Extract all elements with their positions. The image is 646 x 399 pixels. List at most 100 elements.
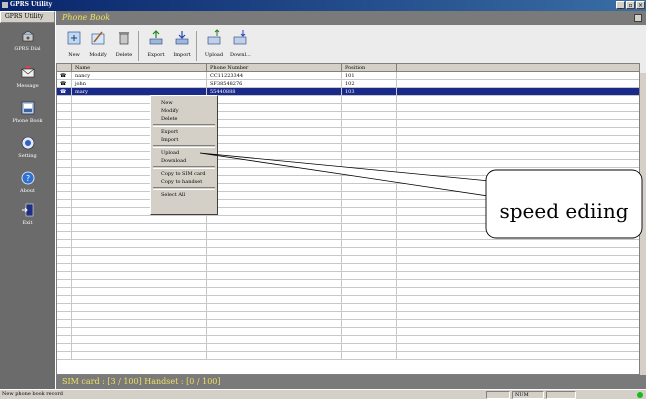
empty-cell: [57, 352, 72, 359]
empty-cell: [397, 240, 639, 247]
new-button[interactable]: New: [64, 29, 84, 58]
empty-cell: [207, 216, 342, 223]
sidebar-item-phone-book[interactable]: Phone Book: [0, 101, 55, 124]
empty-cell: [72, 312, 207, 319]
empty-cell: [342, 256, 397, 263]
pin-icon[interactable]: [634, 14, 642, 22]
empty-cell: [72, 248, 207, 255]
modify-button[interactable]: Modify: [88, 29, 108, 58]
close-button[interactable]: ×: [636, 1, 645, 9]
empty-table-row: [57, 128, 639, 136]
empty-cell: [57, 184, 72, 191]
sidebar-item-label: GPRS Dial: [14, 46, 41, 52]
empty-cell: [207, 112, 342, 119]
sidebar-item-about[interactable]: ? About: [0, 171, 55, 194]
sidebar-item-exit[interactable]: Exit: [0, 203, 55, 226]
empty-cell: [72, 352, 207, 359]
exit-icon: [21, 203, 33, 217]
empty-table-row: [57, 152, 639, 160]
gear-icon: [21, 136, 34, 150]
sidebar-item-setting[interactable]: Setting: [0, 136, 55, 159]
maximize-button[interactable]: ▫: [626, 1, 635, 9]
table-row-selected[interactable]: ☎ mary 55440888 103: [57, 88, 639, 96]
import-button[interactable]: Import: [172, 29, 192, 58]
menu-item-delete[interactable]: Delete: [151, 115, 217, 123]
panel-header: Phone Book: [56, 11, 646, 25]
empty-table-row: [57, 312, 639, 320]
menu-item-select-all[interactable]: Select All: [151, 191, 217, 199]
empty-cell: [397, 168, 639, 175]
menu-item-copy-to-sim[interactable]: Copy to SIM card: [151, 170, 217, 178]
empty-cell: [397, 304, 639, 311]
contact-icon: ☎: [57, 88, 72, 95]
empty-cell: [207, 96, 342, 103]
empty-cell: [72, 320, 207, 327]
empty-cell: [207, 240, 342, 247]
trash-icon: [119, 32, 129, 45]
cell-phone: 55440888: [207, 88, 342, 95]
empty-cell: [397, 296, 639, 303]
sidebar-item-gprs-dial[interactable]: GPRS Dial: [0, 29, 55, 52]
empty-cell: [397, 272, 639, 279]
phone-icon: [22, 31, 33, 42]
empty-cell: [342, 272, 397, 279]
minimize-button[interactable]: _: [616, 1, 625, 9]
empty-cell: [342, 240, 397, 247]
empty-cell: [342, 352, 397, 359]
cell-position: 102: [342, 80, 397, 87]
empty-cell: [397, 248, 639, 255]
export-button-label: Export: [147, 52, 165, 58]
empty-table-row: [57, 160, 639, 168]
menu-item-import[interactable]: Import: [151, 136, 217, 144]
empty-cell: [57, 224, 72, 231]
import-icon: [175, 31, 189, 45]
empty-cell: [57, 216, 72, 223]
empty-cell: [57, 256, 72, 263]
empty-cell: [342, 328, 397, 335]
menu-item-copy-to-handset[interactable]: Copy to handset: [151, 178, 217, 186]
empty-cell: [57, 312, 72, 319]
upload-button[interactable]: Upload: [204, 29, 224, 58]
empty-cell: [57, 240, 72, 247]
cell-filler: [397, 88, 639, 95]
menu-separator: [153, 124, 215, 127]
empty-cell: [72, 304, 207, 311]
menu-item-upload[interactable]: Upload: [151, 149, 217, 157]
help-icon: ?: [21, 171, 34, 185]
empty-cell: [342, 160, 397, 167]
empty-cell: [397, 160, 639, 167]
column-header-position[interactable]: Position: [342, 64, 397, 72]
empty-cell: [72, 264, 207, 271]
empty-cell: [207, 176, 342, 183]
empty-cell: [342, 184, 397, 191]
menu-item-modify[interactable]: Modify: [151, 107, 217, 115]
column-header-icon[interactable]: [57, 64, 72, 72]
empty-table-row: [57, 328, 639, 336]
empty-cell: [207, 104, 342, 111]
window-title: GPRS Utility: [10, 1, 53, 8]
export-button[interactable]: Export: [146, 29, 166, 58]
upload-button-label: Upload: [204, 52, 224, 58]
delete-button[interactable]: Delete: [114, 29, 134, 58]
download-button[interactable]: Downl...: [230, 29, 251, 58]
menu-item-new[interactable]: New: [151, 99, 217, 107]
empty-cell: [207, 352, 342, 359]
empty-cell: [342, 280, 397, 287]
empty-cell: [397, 280, 639, 287]
menu-item-download[interactable]: Download: [151, 157, 217, 165]
empty-cell: [342, 120, 397, 127]
empty-table-row: [57, 264, 639, 272]
empty-cell: [397, 328, 639, 335]
empty-cell: [57, 344, 72, 351]
sidebar-item-message[interactable]: Message: [0, 66, 55, 89]
table-row[interactable]: ☎ john SF38548276 102: [57, 80, 639, 88]
table-row[interactable]: ☎ nancy CC11223344 101: [57, 72, 639, 80]
empty-cell: [397, 112, 639, 119]
menu-item-export[interactable]: Export: [151, 128, 217, 136]
empty-cell: [397, 336, 639, 343]
column-header-name[interactable]: Name: [72, 64, 207, 72]
column-header-phone[interactable]: Phone Number: [207, 64, 342, 72]
empty-cell: [342, 264, 397, 271]
empty-table-row: [57, 256, 639, 264]
empty-cell: [207, 136, 342, 143]
